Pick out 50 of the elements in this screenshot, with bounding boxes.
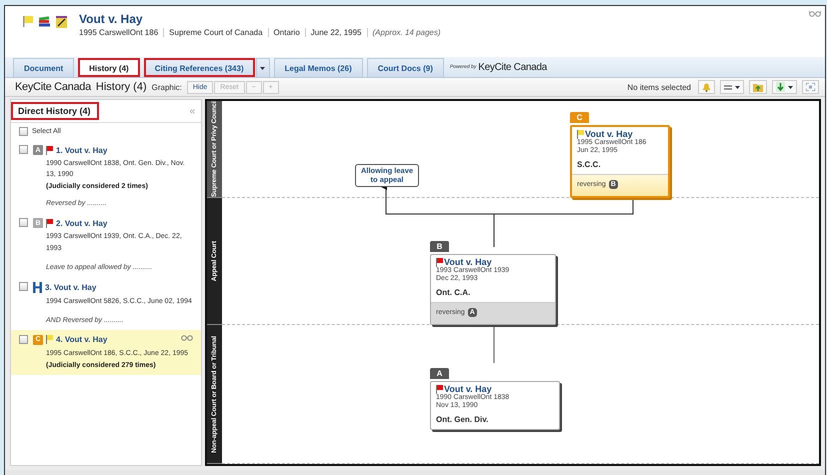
glasses-icon	[809, 10, 821, 17]
list-menu-button[interactable]	[720, 80, 744, 94]
lines-icon	[724, 84, 732, 90]
tab[interactable]: History (4)	[78, 58, 140, 77]
document-meta: 1995 CarswellOnt 186	[79, 28, 160, 37]
keycite-brand: KeyCite Canada	[15, 81, 91, 93]
document-meta: Supreme Court of Canada	[163, 28, 268, 37]
folder-button[interactable]	[749, 80, 767, 94]
case-link[interactable]: Vout v. Hay	[444, 384, 492, 394]
books-icon	[39, 16, 50, 27]
court-name: S.C.C.	[577, 160, 602, 170]
folder-icon	[753, 82, 763, 92]
tab[interactable]: Citing References (343)	[144, 58, 255, 77]
tab[interactable]: Court Docs (9)	[366, 58, 444, 77]
case-link[interactable]: Vout v. Hay	[585, 129, 633, 139]
flag-icon	[23, 16, 33, 27]
caret-icon	[735, 86, 740, 88]
caret-icon	[260, 66, 266, 70]
alert-button[interactable]	[698, 80, 715, 94]
document-meta: June 22, 1995	[304, 28, 366, 37]
note-icon	[56, 16, 67, 28]
download-icon	[776, 82, 785, 92]
fit-view-button[interactable]	[802, 80, 819, 94]
graphic-label: Graphic:	[152, 82, 182, 92]
checkbox[interactable]	[19, 127, 28, 136]
case-link[interactable]: 2. Vout v. Hay	[56, 218, 108, 228]
checkbox[interactable]	[19, 282, 28, 291]
court-name: Ont. Gen. Div.	[436, 415, 490, 424]
caret-icon	[788, 86, 793, 88]
document-title: Vout v. Hay	[79, 12, 144, 26]
expand-icon	[806, 83, 815, 91]
download-button[interactable]	[772, 80, 797, 94]
tab[interactable]: Legal Memos (26)	[274, 58, 363, 77]
tab-menu-button[interactable]	[256, 58, 270, 77]
bell-icon	[702, 82, 711, 92]
document-meta: Ontario	[268, 28, 305, 37]
checkbox[interactable]	[19, 334, 28, 344]
case-link[interactable]: 4. Vout v. Hay	[56, 335, 108, 344]
court-name: Ont. C.A.	[436, 288, 472, 298]
checkbox[interactable]	[19, 145, 28, 154]
case-link[interactable]: 3. Vout v. Hay	[45, 282, 96, 292]
case-link[interactable]: Vout v. Hay	[444, 257, 492, 267]
history-title: History (4)	[96, 81, 147, 93]
pages-note: (Approx. 14 pages)	[366, 28, 441, 37]
case-link[interactable]: 1. Vout v. Hay	[56, 146, 108, 154]
keycite-logo: KeyCite Canada	[478, 62, 547, 72]
checkbox[interactable]	[19, 218, 28, 228]
tab[interactable]: Document	[13, 58, 74, 77]
panel-title: Direct History (4)	[11, 102, 99, 120]
selection-status: No items selected	[627, 82, 691, 92]
